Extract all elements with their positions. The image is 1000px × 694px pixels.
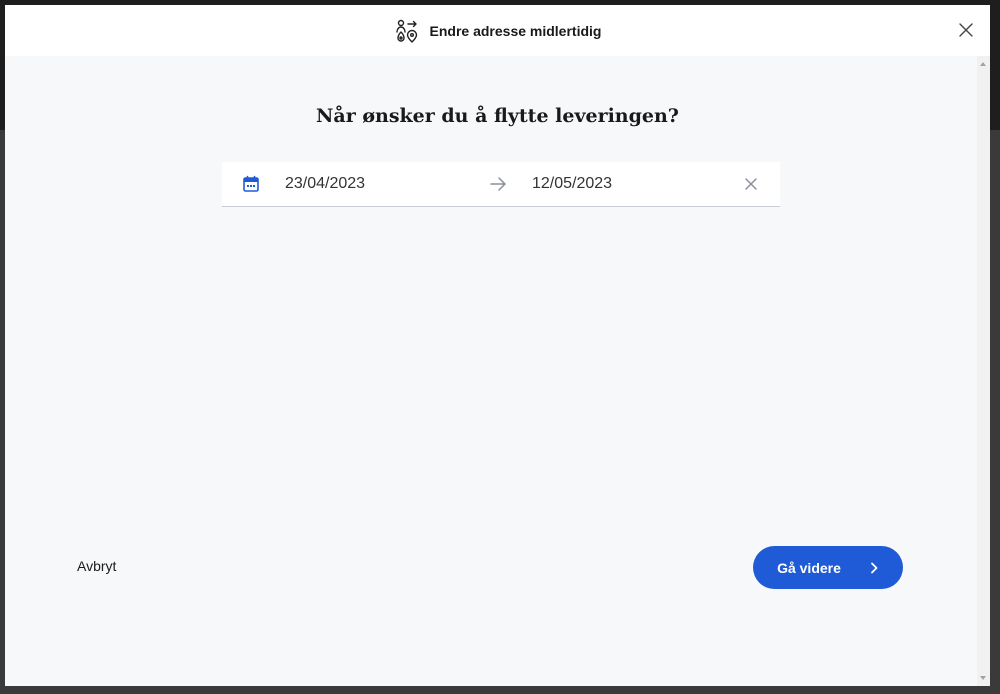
date-question-heading: Når ønsker du å flytte leveringen?	[316, 105, 679, 127]
chevron-right-icon	[869, 562, 879, 574]
dialog-header: Endre adresse midlertidig	[5, 5, 990, 56]
close-icon[interactable]	[958, 22, 974, 38]
dialog-title: Endre adresse midlertidig	[429, 22, 602, 39]
continue-button[interactable]: Gå videre	[753, 546, 903, 589]
cancel-button[interactable]: Avbryt	[77, 558, 116, 574]
scrollbar[interactable]	[977, 56, 990, 686]
calendar-icon[interactable]	[242, 175, 260, 193]
end-date-input[interactable]: 12/05/2023	[532, 175, 612, 193]
arrow-right-icon	[489, 176, 507, 192]
start-date-input[interactable]: 23/04/2023	[285, 175, 365, 193]
continue-button-label: Gå videre	[777, 559, 841, 576]
date-range-picker[interactable]: 23/04/2023 12/05/2023	[222, 162, 780, 207]
scroll-down-arrow-icon[interactable]	[980, 676, 986, 680]
clear-icon[interactable]	[744, 177, 758, 191]
change-address-dialog: Endre adresse midlertidig Når ønsker du …	[5, 5, 990, 686]
move-location-icon	[394, 18, 420, 44]
scroll-up-arrow-icon[interactable]	[980, 62, 986, 66]
